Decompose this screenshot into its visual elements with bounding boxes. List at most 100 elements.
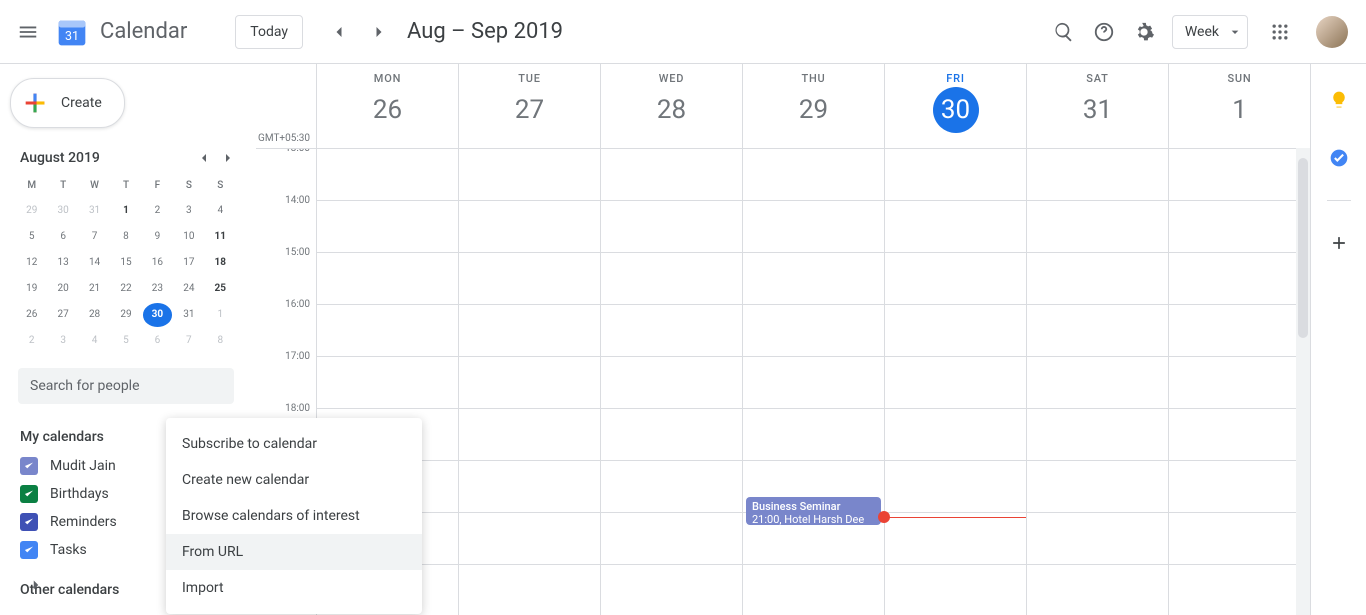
mini-cal-day[interactable]: 1 bbox=[111, 199, 140, 223]
mini-cal-day[interactable]: 10 bbox=[174, 225, 203, 249]
mini-cal-day[interactable]: 31 bbox=[80, 199, 109, 223]
mini-cal-day[interactable]: 15 bbox=[111, 251, 140, 275]
time-label: 17:00 bbox=[256, 351, 316, 403]
mini-cal-day[interactable]: 2 bbox=[17, 329, 46, 353]
mini-cal-day[interactable]: 30 bbox=[48, 199, 77, 223]
mini-cal-day[interactable]: 8 bbox=[111, 225, 140, 249]
scrollbar-thumb[interactable] bbox=[1298, 158, 1308, 338]
mini-cal-day[interactable]: 8 bbox=[206, 329, 235, 353]
mini-cal-day[interactable]: 4 bbox=[206, 199, 235, 223]
context-menu-item[interactable]: Browse calendars of interest bbox=[166, 498, 422, 534]
date-range: Aug – Sep 2019 bbox=[407, 19, 563, 44]
mini-cal-day[interactable]: 11 bbox=[206, 225, 235, 249]
mini-cal-day[interactable]: 18 bbox=[206, 251, 235, 275]
mini-cal-day[interactable]: 22 bbox=[111, 277, 140, 301]
day-header[interactable]: SUN1 bbox=[1168, 64, 1310, 148]
checkbox-icon[interactable] bbox=[20, 513, 38, 531]
chevron-down-icon bbox=[1227, 24, 1243, 40]
mini-cal-day[interactable]: 27 bbox=[48, 303, 77, 327]
day-header[interactable]: MON26 bbox=[316, 64, 458, 148]
mini-cal-day[interactable]: 3 bbox=[48, 329, 77, 353]
context-menu-item[interactable]: Subscribe to calendar bbox=[166, 426, 422, 462]
svg-text:31: 31 bbox=[65, 29, 79, 44]
main-menu-icon[interactable] bbox=[8, 12, 48, 52]
day-header[interactable]: WED28 bbox=[600, 64, 742, 148]
mini-cal-day[interactable]: 31 bbox=[174, 303, 203, 327]
mini-cal-day[interactable]: 6 bbox=[143, 329, 172, 353]
help-icon[interactable] bbox=[1084, 12, 1124, 52]
mini-cal-day[interactable]: 28 bbox=[80, 303, 109, 327]
mini-cal-day[interactable]: 20 bbox=[48, 277, 77, 301]
day-column[interactable] bbox=[1026, 149, 1168, 615]
mini-cal-prev[interactable] bbox=[192, 146, 216, 170]
timezone-label: GMT+05:30 bbox=[256, 64, 316, 148]
mini-cal-day[interactable]: 16 bbox=[143, 251, 172, 275]
calendar-item-label: Mudit Jain bbox=[50, 458, 116, 474]
mini-cal-day[interactable]: 13 bbox=[48, 251, 77, 275]
mini-cal-day[interactable]: 14 bbox=[80, 251, 109, 275]
mini-cal-title: August 2019 bbox=[20, 150, 100, 166]
day-column[interactable] bbox=[1168, 149, 1310, 615]
context-menu-item[interactable]: Import bbox=[166, 570, 422, 606]
mini-cal-day[interactable]: 6 bbox=[48, 225, 77, 249]
next-week-button[interactable] bbox=[359, 12, 399, 52]
mini-cal-day[interactable]: 2 bbox=[143, 199, 172, 223]
day-column[interactable] bbox=[458, 149, 600, 615]
mini-cal-day[interactable]: 26 bbox=[17, 303, 46, 327]
mini-cal-day[interactable]: 4 bbox=[80, 329, 109, 353]
mini-cal-day[interactable]: 30 bbox=[143, 303, 172, 327]
mini-cal-day[interactable]: 3 bbox=[174, 199, 203, 223]
checkbox-icon[interactable] bbox=[20, 541, 38, 559]
context-menu-item[interactable]: From URL bbox=[166, 534, 422, 570]
keep-icon[interactable] bbox=[1319, 80, 1359, 120]
search-icon[interactable] bbox=[1044, 12, 1084, 52]
add-addon-icon[interactable] bbox=[1319, 223, 1359, 263]
context-menu-item[interactable]: Create new calendar bbox=[166, 462, 422, 498]
mini-cal-next[interactable] bbox=[216, 146, 240, 170]
mini-cal-day[interactable]: 7 bbox=[174, 329, 203, 353]
mini-cal-day[interactable]: 29 bbox=[111, 303, 140, 327]
mini-cal-day[interactable]: 23 bbox=[143, 277, 172, 301]
mini-cal-day[interactable]: 12 bbox=[17, 251, 46, 275]
mini-cal-day[interactable]: 7 bbox=[80, 225, 109, 249]
mini-cal-day[interactable]: 21 bbox=[80, 277, 109, 301]
calendar-event[interactable]: Business Seminar21:00, Hotel Harsh Dee bbox=[746, 497, 881, 525]
mini-cal-day[interactable]: 9 bbox=[143, 225, 172, 249]
create-button[interactable]: Create bbox=[10, 78, 125, 128]
view-switch[interactable]: Week bbox=[1172, 15, 1248, 49]
day-header[interactable]: FRI30 bbox=[884, 64, 1026, 148]
mini-cal-day[interactable]: 1 bbox=[206, 303, 235, 327]
mini-cal-day[interactable]: 17 bbox=[174, 251, 203, 275]
mini-cal-day[interactable]: 5 bbox=[17, 225, 46, 249]
day-column[interactable]: Business Seminar21:00, Hotel Harsh Dee bbox=[742, 149, 884, 615]
mini-cal-day[interactable]: 24 bbox=[174, 277, 203, 301]
view-switch-label: Week bbox=[1185, 24, 1219, 40]
prev-week-button[interactable] bbox=[319, 12, 359, 52]
apps-icon[interactable] bbox=[1260, 12, 1300, 52]
tasks-icon[interactable] bbox=[1319, 138, 1359, 178]
day-header[interactable]: SAT31 bbox=[1026, 64, 1168, 148]
mini-cal-day[interactable]: 29 bbox=[17, 199, 46, 223]
settings-icon[interactable] bbox=[1124, 12, 1164, 52]
collapse-panel-icon[interactable] bbox=[16, 565, 56, 605]
scrollbar[interactable] bbox=[1296, 148, 1310, 615]
checkbox-icon[interactable] bbox=[20, 485, 38, 503]
create-button-label: Create bbox=[61, 95, 102, 111]
mini-cal-day[interactable]: 25 bbox=[206, 277, 235, 301]
account-avatar[interactable] bbox=[1316, 16, 1348, 48]
calendar-logo-icon: 31 bbox=[52, 12, 92, 52]
day-header[interactable]: THU29 bbox=[742, 64, 884, 148]
mini-calendar[interactable]: MTWTFSS293031123456789101112131415161718… bbox=[8, 174, 244, 354]
today-button[interactable]: Today bbox=[235, 15, 303, 49]
checkbox-icon[interactable] bbox=[20, 457, 38, 475]
day-column[interactable] bbox=[600, 149, 742, 615]
side-panel bbox=[1310, 64, 1366, 615]
mini-cal-day[interactable]: 5 bbox=[111, 329, 140, 353]
day-column[interactable] bbox=[884, 149, 1026, 615]
calendar-item-label: Birthdays bbox=[50, 486, 109, 502]
search-people-input[interactable]: Search for people bbox=[18, 368, 234, 404]
day-header[interactable]: TUE27 bbox=[458, 64, 600, 148]
time-label: 15:00 bbox=[256, 247, 316, 299]
mini-cal-day[interactable]: 19 bbox=[17, 277, 46, 301]
app-title: Calendar bbox=[100, 19, 187, 44]
